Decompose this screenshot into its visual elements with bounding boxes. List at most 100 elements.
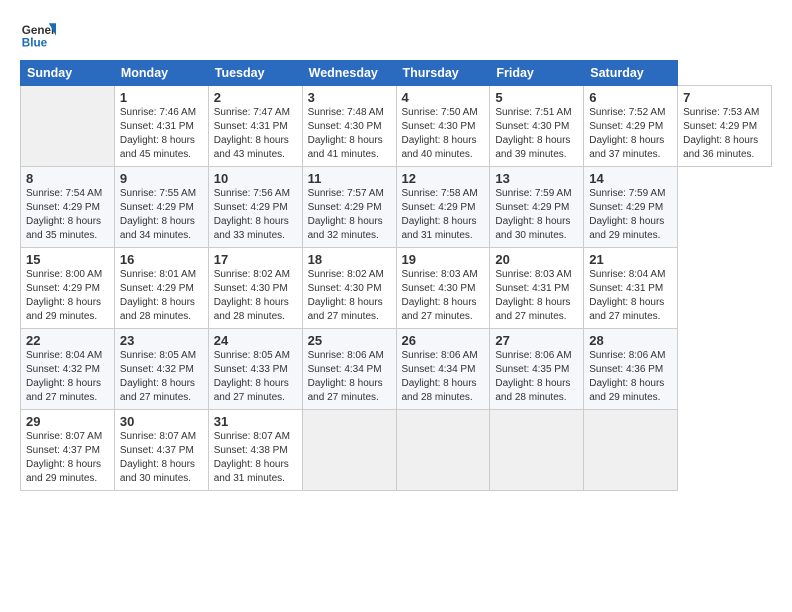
- column-header-monday: Monday: [114, 61, 208, 86]
- calendar-week-row: 15 Sunrise: 8:00 AMSunset: 4:29 PMDaylig…: [21, 248, 772, 329]
- day-number: 4: [402, 90, 485, 105]
- calendar-day-cell: 21 Sunrise: 8:04 AMSunset: 4:31 PMDaylig…: [584, 248, 678, 329]
- day-info: Sunrise: 8:03 AMSunset: 4:30 PMDaylight:…: [402, 269, 478, 322]
- day-info: Sunrise: 8:04 AMSunset: 4:32 PMDaylight:…: [26, 350, 102, 403]
- day-number: 18: [308, 252, 391, 267]
- day-info: Sunrise: 8:06 AMSunset: 4:36 PMDaylight:…: [589, 350, 665, 403]
- calendar-day-cell: 9 Sunrise: 7:55 AMSunset: 4:29 PMDayligh…: [114, 167, 208, 248]
- day-info: Sunrise: 8:01 AMSunset: 4:29 PMDaylight:…: [120, 269, 196, 322]
- calendar-day-cell: 23 Sunrise: 8:05 AMSunset: 4:32 PMDaylig…: [114, 329, 208, 410]
- calendar-day-cell: 3 Sunrise: 7:48 AMSunset: 4:30 PMDayligh…: [302, 86, 396, 167]
- calendar-day-cell: 6 Sunrise: 7:52 AMSunset: 4:29 PMDayligh…: [584, 86, 678, 167]
- day-info: Sunrise: 7:46 AMSunset: 4:31 PMDaylight:…: [120, 107, 196, 160]
- day-number: 14: [589, 171, 672, 186]
- calendar-day-cell: 26 Sunrise: 8:06 AMSunset: 4:34 PMDaylig…: [396, 329, 490, 410]
- day-info: Sunrise: 8:05 AMSunset: 4:33 PMDaylight:…: [214, 350, 290, 403]
- calendar-day-cell: 8 Sunrise: 7:54 AMSunset: 4:29 PMDayligh…: [21, 167, 115, 248]
- day-number: 3: [308, 90, 391, 105]
- day-number: 13: [495, 171, 578, 186]
- day-info: Sunrise: 8:07 AMSunset: 4:38 PMDaylight:…: [214, 431, 290, 484]
- calendar-day-cell: [490, 410, 584, 491]
- day-number: 17: [214, 252, 297, 267]
- day-number: 8: [26, 171, 109, 186]
- calendar-day-cell: 10 Sunrise: 7:56 AMSunset: 4:29 PMDaylig…: [208, 167, 302, 248]
- calendar-day-cell: 16 Sunrise: 8:01 AMSunset: 4:29 PMDaylig…: [114, 248, 208, 329]
- calendar-day-cell: 29 Sunrise: 8:07 AMSunset: 4:37 PMDaylig…: [21, 410, 115, 491]
- day-info: Sunrise: 8:00 AMSunset: 4:29 PMDaylight:…: [26, 269, 102, 322]
- column-header-wednesday: Wednesday: [302, 61, 396, 86]
- calendar-day-cell: 22 Sunrise: 8:04 AMSunset: 4:32 PMDaylig…: [21, 329, 115, 410]
- column-header-tuesday: Tuesday: [208, 61, 302, 86]
- calendar-day-cell: 1 Sunrise: 7:46 AMSunset: 4:31 PMDayligh…: [114, 86, 208, 167]
- day-info: Sunrise: 7:50 AMSunset: 4:30 PMDaylight:…: [402, 107, 478, 160]
- page-container: General Blue SundayMondayTuesdayWednesda…: [0, 0, 792, 501]
- calendar-day-cell: 31 Sunrise: 8:07 AMSunset: 4:38 PMDaylig…: [208, 410, 302, 491]
- day-info: Sunrise: 7:59 AMSunset: 4:29 PMDaylight:…: [589, 188, 665, 241]
- day-number: 12: [402, 171, 485, 186]
- day-number: 5: [495, 90, 578, 105]
- day-number: 30: [120, 414, 203, 429]
- day-info: Sunrise: 7:56 AMSunset: 4:29 PMDaylight:…: [214, 188, 290, 241]
- calendar-day-cell: 11 Sunrise: 7:57 AMSunset: 4:29 PMDaylig…: [302, 167, 396, 248]
- logo-icon: General Blue: [20, 16, 56, 52]
- day-info: Sunrise: 7:51 AMSunset: 4:30 PMDaylight:…: [495, 107, 571, 160]
- day-number: 24: [214, 333, 297, 348]
- day-info: Sunrise: 7:47 AMSunset: 4:31 PMDaylight:…: [214, 107, 290, 160]
- calendar-week-row: 22 Sunrise: 8:04 AMSunset: 4:32 PMDaylig…: [21, 329, 772, 410]
- calendar-week-row: 29 Sunrise: 8:07 AMSunset: 4:37 PMDaylig…: [21, 410, 772, 491]
- calendar-week-row: 1 Sunrise: 7:46 AMSunset: 4:31 PMDayligh…: [21, 86, 772, 167]
- calendar-day-cell: [396, 410, 490, 491]
- day-info: Sunrise: 7:57 AMSunset: 4:29 PMDaylight:…: [308, 188, 384, 241]
- calendar-day-cell: 2 Sunrise: 7:47 AMSunset: 4:31 PMDayligh…: [208, 86, 302, 167]
- day-number: 25: [308, 333, 391, 348]
- day-number: 26: [402, 333, 485, 348]
- column-header-thursday: Thursday: [396, 61, 490, 86]
- calendar-day-cell: 24 Sunrise: 8:05 AMSunset: 4:33 PMDaylig…: [208, 329, 302, 410]
- day-number: 29: [26, 414, 109, 429]
- empty-cell: [21, 86, 115, 167]
- day-number: 20: [495, 252, 578, 267]
- day-info: Sunrise: 7:58 AMSunset: 4:29 PMDaylight:…: [402, 188, 478, 241]
- day-number: 10: [214, 171, 297, 186]
- day-info: Sunrise: 8:02 AMSunset: 4:30 PMDaylight:…: [308, 269, 384, 322]
- calendar-week-row: 8 Sunrise: 7:54 AMSunset: 4:29 PMDayligh…: [21, 167, 772, 248]
- day-info: Sunrise: 7:55 AMSunset: 4:29 PMDaylight:…: [120, 188, 196, 241]
- day-info: Sunrise: 8:07 AMSunset: 4:37 PMDaylight:…: [120, 431, 196, 484]
- day-number: 15: [26, 252, 109, 267]
- calendar-table: SundayMondayTuesdayWednesdayThursdayFrid…: [20, 60, 772, 491]
- day-number: 28: [589, 333, 672, 348]
- column-header-friday: Friday: [490, 61, 584, 86]
- svg-text:Blue: Blue: [22, 37, 48, 50]
- day-info: Sunrise: 8:07 AMSunset: 4:37 PMDaylight:…: [26, 431, 102, 484]
- day-info: Sunrise: 7:59 AMSunset: 4:29 PMDaylight:…: [495, 188, 571, 241]
- calendar-day-cell: 25 Sunrise: 8:06 AMSunset: 4:34 PMDaylig…: [302, 329, 396, 410]
- day-number: 6: [589, 90, 672, 105]
- calendar-day-cell: 28 Sunrise: 8:06 AMSunset: 4:36 PMDaylig…: [584, 329, 678, 410]
- calendar-day-cell: 27 Sunrise: 8:06 AMSunset: 4:35 PMDaylig…: [490, 329, 584, 410]
- column-header-saturday: Saturday: [584, 61, 678, 86]
- day-info: Sunrise: 7:52 AMSunset: 4:29 PMDaylight:…: [589, 107, 665, 160]
- day-number: 22: [26, 333, 109, 348]
- day-number: 11: [308, 171, 391, 186]
- day-number: 19: [402, 252, 485, 267]
- day-number: 23: [120, 333, 203, 348]
- day-number: 31: [214, 414, 297, 429]
- day-number: 7: [683, 90, 766, 105]
- calendar-day-cell: [302, 410, 396, 491]
- calendar-day-cell: 20 Sunrise: 8:03 AMSunset: 4:31 PMDaylig…: [490, 248, 584, 329]
- day-info: Sunrise: 8:02 AMSunset: 4:30 PMDaylight:…: [214, 269, 290, 322]
- column-header-sunday: Sunday: [21, 61, 115, 86]
- day-number: 27: [495, 333, 578, 348]
- calendar-day-cell: 12 Sunrise: 7:58 AMSunset: 4:29 PMDaylig…: [396, 167, 490, 248]
- day-info: Sunrise: 8:06 AMSunset: 4:35 PMDaylight:…: [495, 350, 571, 403]
- calendar-day-cell: 13 Sunrise: 7:59 AMSunset: 4:29 PMDaylig…: [490, 167, 584, 248]
- calendar-day-cell: 15 Sunrise: 8:00 AMSunset: 4:29 PMDaylig…: [21, 248, 115, 329]
- day-info: Sunrise: 7:48 AMSunset: 4:30 PMDaylight:…: [308, 107, 384, 160]
- calendar-day-cell: 18 Sunrise: 8:02 AMSunset: 4:30 PMDaylig…: [302, 248, 396, 329]
- calendar-body: 1 Sunrise: 7:46 AMSunset: 4:31 PMDayligh…: [21, 86, 772, 491]
- calendar-day-cell: 7 Sunrise: 7:53 AMSunset: 4:29 PMDayligh…: [678, 86, 772, 167]
- day-info: Sunrise: 7:53 AMSunset: 4:29 PMDaylight:…: [683, 107, 759, 160]
- calendar-day-cell: 14 Sunrise: 7:59 AMSunset: 4:29 PMDaylig…: [584, 167, 678, 248]
- calendar-day-cell: 5 Sunrise: 7:51 AMSunset: 4:30 PMDayligh…: [490, 86, 584, 167]
- day-number: 9: [120, 171, 203, 186]
